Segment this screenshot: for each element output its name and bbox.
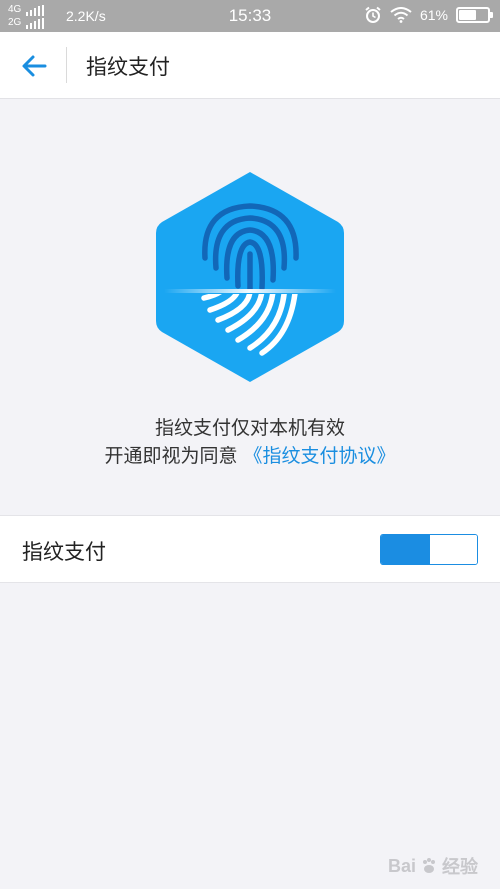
page-title: 指纹支付 bbox=[86, 55, 170, 79]
fingerprint-payment-label: 指纹支付 bbox=[22, 540, 106, 564]
toggle-knob bbox=[429, 535, 477, 564]
battery-icon bbox=[456, 7, 493, 23]
battery-percent: 61% bbox=[419, 7, 448, 23]
paw-icon bbox=[423, 858, 435, 873]
agreement-prefix: 开通即视为同意 bbox=[104, 445, 238, 467]
status-bar: 4G 2G 2.2K/s 15:33 61% bbox=[0, 0, 500, 32]
wifi-icon bbox=[390, 7, 412, 23]
watermark-text: Bai bbox=[387, 855, 416, 876]
header-divider bbox=[66, 47, 67, 83]
agreement-link[interactable]: 《指纹支付协议》 bbox=[244, 445, 396, 467]
alarm-icon bbox=[365, 6, 381, 23]
hero-description-line2: 开通即视为同意 《指纹支付协议》 bbox=[0, 441, 500, 468]
hero-description-line1: 指纹支付仅对本机有效 bbox=[154, 417, 345, 439]
arrow-left-icon[interactable] bbox=[18, 50, 50, 82]
fingerprint-hexagon-icon bbox=[156, 172, 344, 382]
toggle-on-segment bbox=[381, 535, 429, 564]
fingerprint-payment-toggle[interactable] bbox=[380, 534, 478, 565]
fingerprint-payment-row: 指纹支付 bbox=[0, 515, 500, 583]
app-header: 指纹支付 bbox=[0, 32, 500, 99]
watermark-suffix: 经验 bbox=[442, 857, 478, 877]
status-icons: 61% bbox=[364, 6, 493, 24]
battery-fill bbox=[459, 10, 477, 20]
baidu-watermark: Bai 经验 bbox=[388, 853, 478, 879]
